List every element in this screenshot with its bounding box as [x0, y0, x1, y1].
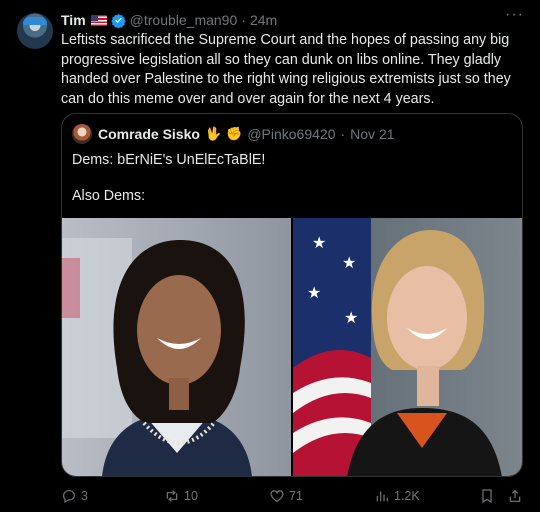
tweet-actions: 3 10 71 1.2K [0, 486, 540, 506]
quote-media-image[interactable]: ★ ★ ★ ★ [62, 218, 522, 477]
bookmark-icon [482, 489, 492, 504]
tweet-time[interactable]: 24m [250, 12, 277, 28]
author-avatar[interactable] [17, 13, 53, 49]
quote-text-line-1: Dems: bErNiE's UnElEcTaBlE! [72, 152, 266, 168]
repost-icon [166, 490, 178, 502]
author-name[interactable]: Tim [61, 12, 86, 28]
svg-text:★: ★ [344, 310, 358, 327]
tweet-text: Leftists sacrificed the Supreme Court an… [61, 32, 511, 107]
tweet-header: Tim @trouble_man90 · 24m [61, 11, 277, 29]
vulcan-salute-icon: 🖖 [204, 126, 222, 141]
more-options-icon[interactable]: ··· [505, 6, 524, 24]
views-icon [376, 491, 388, 502]
us-flag-icon [90, 14, 107, 26]
left-portrait [62, 218, 291, 476]
views-button[interactable]: 1.2K [374, 486, 420, 506]
quote-date: Nov 21 [350, 126, 395, 142]
quote-author-name: Comrade Sisko [98, 126, 200, 142]
raised-fist-icon: ✊ [226, 126, 243, 141]
reply-button[interactable]: 3 [61, 486, 88, 506]
repost-count: 10 [184, 489, 198, 503]
quote-author-avatar [72, 124, 92, 144]
svg-text:★: ★ [342, 255, 356, 272]
view-count: 1.2K [394, 489, 420, 503]
quote-separator: · [340, 126, 346, 142]
header-separator: · [241, 12, 246, 28]
reply-count: 3 [81, 489, 88, 503]
share-icon [509, 489, 521, 502]
repost-button[interactable]: 10 [164, 486, 198, 506]
bookmark-button[interactable] [479, 486, 499, 506]
quote-header: Comrade Sisko 🖖 ✊ @Pinko69420 · Nov 21 [72, 124, 395, 144]
svg-text:★: ★ [307, 285, 321, 302]
author-handle[interactable]: @trouble_man90 [130, 12, 238, 28]
reply-icon [63, 490, 75, 504]
svg-text:★: ★ [312, 235, 326, 252]
quoted-tweet[interactable]: Comrade Sisko 🖖 ✊ @Pinko69420 · Nov 21 D… [61, 113, 523, 477]
right-portrait: ★ ★ ★ ★ [293, 218, 522, 476]
heart-icon [270, 490, 284, 503]
quote-author-handle: @Pinko69420 [247, 126, 336, 142]
quote-text-line-2: Also Dems: [72, 188, 146, 204]
share-button[interactable] [507, 486, 527, 506]
verified-badge-icon [110, 13, 126, 28]
like-count: 71 [289, 489, 303, 503]
like-button[interactable]: 71 [269, 486, 303, 506]
